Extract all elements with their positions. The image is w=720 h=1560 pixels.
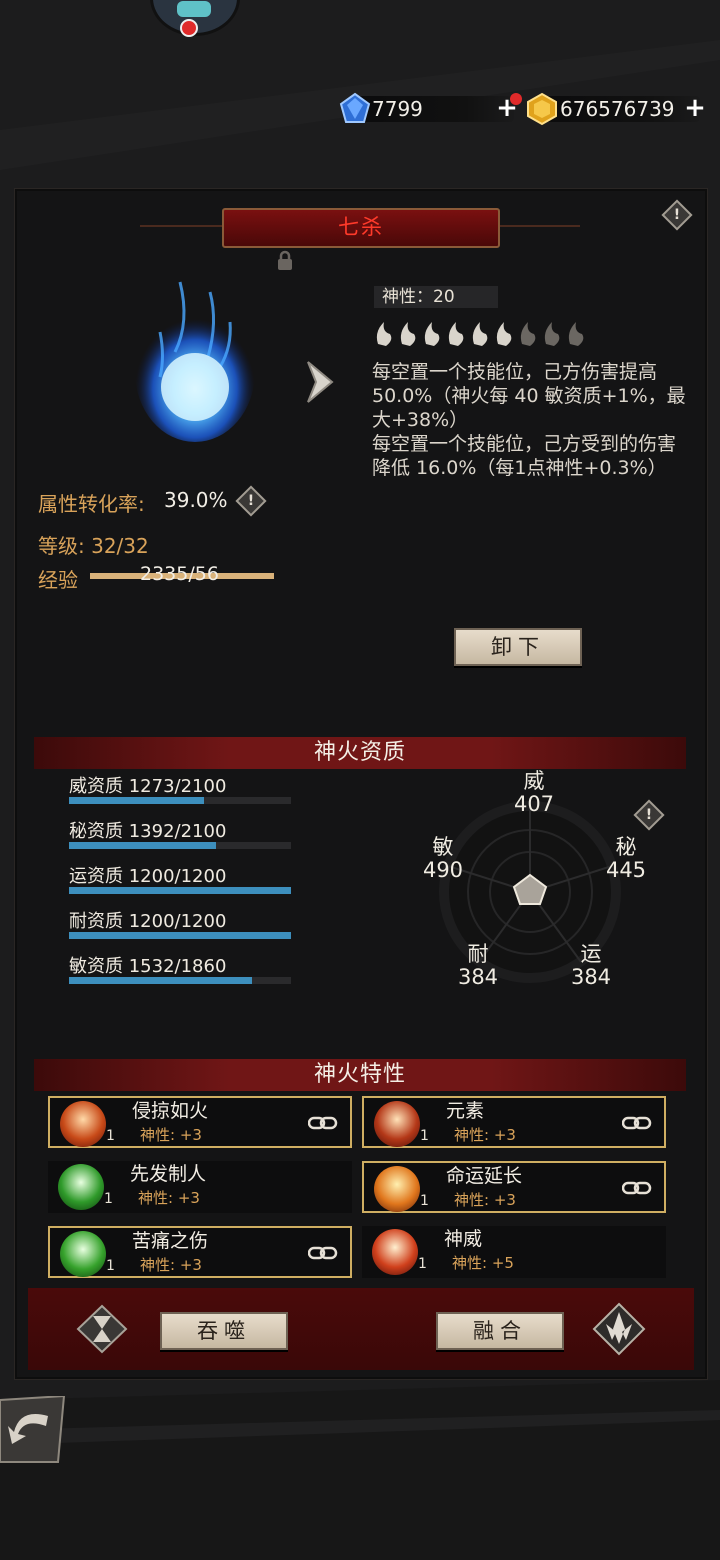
trait-name: 苦痛之伤 [132,1230,209,1252]
aptitude-bar-fill [69,887,291,894]
aptitude-section-title: 神火资质 [34,737,686,769]
avatar-icon [177,1,211,17]
trait-icon [374,1166,420,1212]
fire-name-title: 七杀 [222,208,500,248]
trait-name: 命运延长 [446,1165,523,1187]
aptitude-bar-label: 威资质 1273/2100 [69,776,227,797]
gold-count: 676576739 [560,97,675,121]
effect-description-1: 每空置一个技能位，己方伤害提高50.0%（神火每 40 敏资质+1%，最大+38… [372,361,686,431]
link-icon[interactable] [622,1116,652,1130]
trait-level: 1 [106,1128,115,1144]
link-icon[interactable] [308,1116,338,1130]
aptitude-bar-label: 运资质 1200/1200 [69,866,227,887]
trait-divinity-bonus: 神性: +3 [454,1126,516,1144]
blue-flame-icon [135,281,255,442]
trait-level: 1 [104,1191,113,1207]
radar-label-min: 敏 [432,835,454,859]
fuse-button[interactable]: 融合 [436,1312,564,1350]
radar-label-yun: 运 [580,942,602,966]
radar-label-nai: 耐 [467,942,489,966]
aptitude-bar-track [69,797,291,804]
trait-card[interactable]: 1 先发制人神性: +3 [48,1161,352,1213]
aptitude-bar-track [69,977,291,984]
radar-value-yun: 384 [570,965,612,989]
aptitude-bar-fill [69,842,217,849]
trait-icon [372,1229,418,1275]
trait-card[interactable]: 1 元素神性: +3 [362,1096,666,1148]
trait-level: 1 [420,1128,429,1144]
title-divider-right [496,225,580,227]
trait-divinity-bonus: 神性: +3 [140,1126,202,1144]
radar-label-mi: 秘 [615,835,637,859]
radar-value-mi: 445 [605,858,647,882]
effect-description-2: 每空置一个技能位，己方受到的伤害降低 16.0%（每1点神性+0.3%） [372,433,677,479]
trait-icon [60,1231,106,1277]
notification-dot [180,19,198,37]
trait-name: 先发制人 [130,1163,207,1185]
radar-value-wei: 407 [513,792,555,816]
trait-card[interactable]: 1 侵掠如火神性: +3 [48,1096,352,1148]
aptitude-bar-fill [69,797,204,804]
trait-icon [58,1164,104,1210]
aptitude-bar-label: 秘资质 1392/2100 [69,821,227,842]
lock-icon[interactable] [276,250,294,272]
aptitude-bar-label: 耐资质 1200/1200 [69,911,227,932]
radar-value-min: 490 [422,858,464,882]
add-gold-button[interactable]: + [684,95,706,121]
exp-label: 经验 [38,568,78,592]
fusion-emblem-icon[interactable] [592,1302,646,1356]
unequip-button[interactable]: 卸下 [454,628,582,666]
trait-divinity-bonus: 神性: +5 [452,1254,514,1272]
trait-divinity-bonus: 神性: +3 [140,1256,202,1274]
radar-value-nai: 384 [457,965,499,989]
trait-name: 侵掠如火 [132,1100,209,1122]
devour-button[interactable]: 吞噬 [160,1312,288,1350]
radar-label-wei: 威 [523,769,545,793]
gem-count: 7799 [372,97,423,121]
back-button[interactable] [0,1396,66,1466]
trait-icon [374,1101,420,1147]
traits-section-title: 神火特性 [34,1059,686,1091]
title-divider-left [140,225,224,227]
exp-value: 2335/56 [140,563,219,585]
gold-icon [527,92,557,126]
trait-card[interactable]: 1 命运延长神性: +3 [362,1161,666,1213]
divinity-value: 神性：20 [374,286,498,308]
aptitude-bar-fill [69,977,252,984]
trait-name: 神威 [444,1228,483,1250]
aptitude-bar-track [69,932,291,939]
conversion-rate-label: 属性转化率: [38,492,145,516]
trait-card[interactable]: 1 神威神性: +5 [362,1226,666,1278]
trait-card[interactable]: 1 苦痛之伤神性: +3 [48,1226,352,1278]
conversion-rate-value: 39.0% [164,488,228,512]
trait-divinity-bonus: 神性: +3 [454,1191,516,1209]
trait-level: 1 [106,1258,115,1274]
link-icon[interactable] [308,1246,338,1260]
aptitude-bar-fill [69,932,291,939]
trait-icon [60,1101,106,1147]
link-icon[interactable] [622,1181,652,1195]
trait-level: 1 [418,1256,427,1272]
gem-icon [339,92,371,123]
next-chevron-icon[interactable] [302,358,338,406]
gem-alert-dot [510,93,522,105]
aptitude-bar-label: 敏资质 1532/1860 [69,956,227,977]
level-label: 等级: 32/32 [38,534,149,558]
divinity-pips [376,322,584,346]
aptitude-bar-track [69,842,291,849]
trait-level: 1 [420,1193,429,1209]
aptitude-bar-track [69,887,291,894]
trait-divinity-bonus: 神性: +3 [138,1189,200,1207]
trait-name: 元素 [446,1100,485,1122]
hourglass-icon[interactable] [76,1304,128,1354]
